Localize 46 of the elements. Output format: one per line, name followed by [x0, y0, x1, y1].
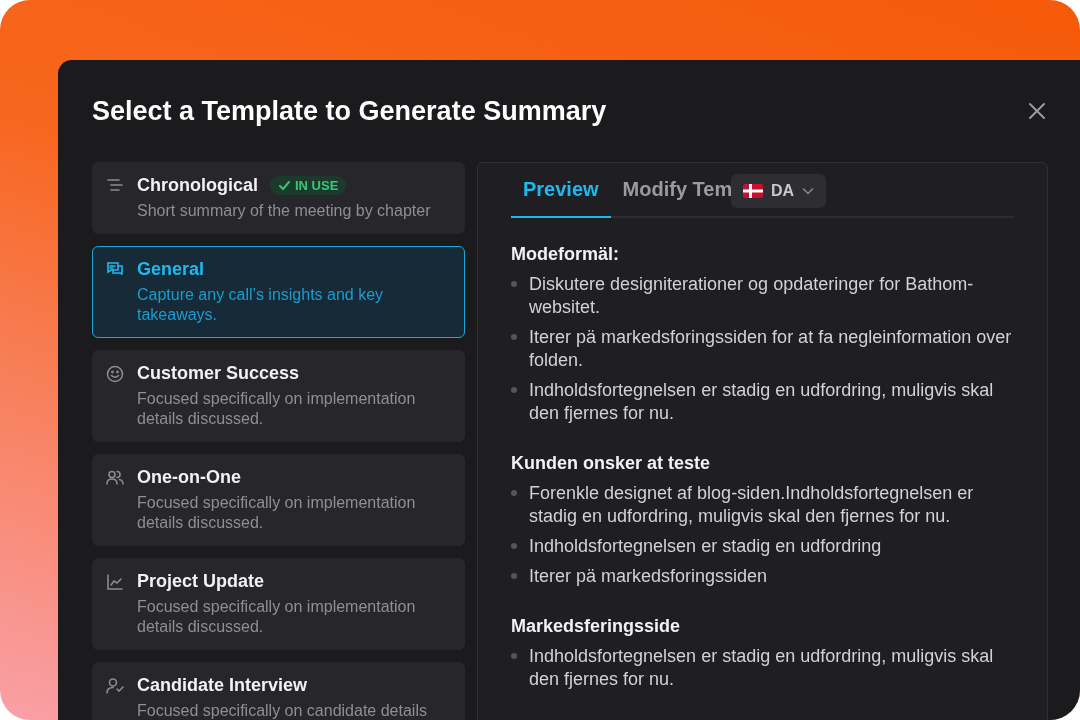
bullet-text: Indholdsfortegnelsen er stadig en udfordring, muligvis skal den fjernes for nu.: [529, 379, 995, 425]
template-card[interactable]: Customer Success Focused specifically on implementation details discussed.: [92, 350, 465, 442]
template-card[interactable]: Project Update Focused specifically on implementation details discussed.: [92, 558, 465, 650]
template-title: One-on-One: [137, 467, 241, 488]
chevron-icon: [802, 187, 815, 195]
template-title: Chronological: [137, 175, 258, 196]
section-heading: Kunden onsker at teste: [511, 453, 712, 474]
bullet-text: Indholdsfortegnelsen er stadig en udfordring: [529, 535, 882, 558]
bullet-text: Iterer pä markedsforingssiden: [529, 565, 768, 588]
template-card[interactable]: Chronological IN USE Short summary of the meeting by chapter: [92, 162, 465, 234]
language-dropdown[interactable]: DA: [731, 174, 827, 208]
template-card[interactable]: Candidate Interview Focused specifically on candidate details: [92, 662, 465, 720]
bullet-dot: [511, 653, 517, 659]
bullet-dot: [511, 490, 517, 496]
bullet-dot: [511, 543, 517, 549]
flag-icon: [743, 184, 763, 198]
template-description: Short summary of the meeting by chapter: [137, 201, 431, 221]
bullet-dot: [511, 387, 517, 393]
section-heading: Modeformäl:: [511, 244, 620, 265]
bullet-text: Forenkle designet af blog-siden.Indholdsfortegnelsen er stadig en udfordring, muligvis skal den fjernes for nu.: [529, 482, 975, 528]
bullet-text: Indholdsfortegnelsen er stadig en udfordring, muligvis skal den fjernes for nu.: [529, 645, 995, 691]
template-description: Capture any call’s insights and key takeaways.: [137, 285, 385, 325]
bullet-text: Diskutere designiterationer og opdateringer for Bathom-websitet.: [529, 273, 975, 319]
chart-icon: [105, 572, 125, 592]
template-description: Focused specifically on implementation details discussed.: [137, 597, 417, 637]
template-title: General: [137, 259, 205, 280]
template-title: Candidate Interview: [137, 675, 308, 696]
person-icon: [105, 676, 125, 696]
bullet-dot: [511, 334, 517, 340]
people-icon: [105, 468, 125, 488]
bullet-text: Iterer pä markedsforingssiden for at fa negleinformation over folden.: [529, 326, 1013, 372]
smiley-icon: [105, 364, 125, 384]
bullet-dot: [511, 573, 517, 579]
tab[interactable]: Preview: [511, 163, 611, 218]
dialog-title: Select a Template to Generate Summary: [92, 95, 607, 127]
template-title: Project Update: [137, 571, 265, 592]
template-title: Customer Success: [137, 363, 300, 384]
template-description: Focused specifically on candidate details: [137, 701, 427, 720]
in-use-badge: IN USE: [270, 176, 347, 195]
template-description: Focused specifically on implementation details discussed.: [137, 389, 417, 429]
section-heading: Markedsferingsside: [511, 616, 682, 637]
template-card[interactable]: General Capture any call’s insights and key takeaways.: [92, 246, 465, 338]
close-icon[interactable]: [1028, 102, 1046, 120]
bullet-dot: [511, 281, 517, 287]
template-description: Focused specifically on implementation details discussed.: [137, 493, 417, 533]
template-card[interactable]: One-on-One Focused specifically on implementation details discussed.: [92, 454, 465, 546]
